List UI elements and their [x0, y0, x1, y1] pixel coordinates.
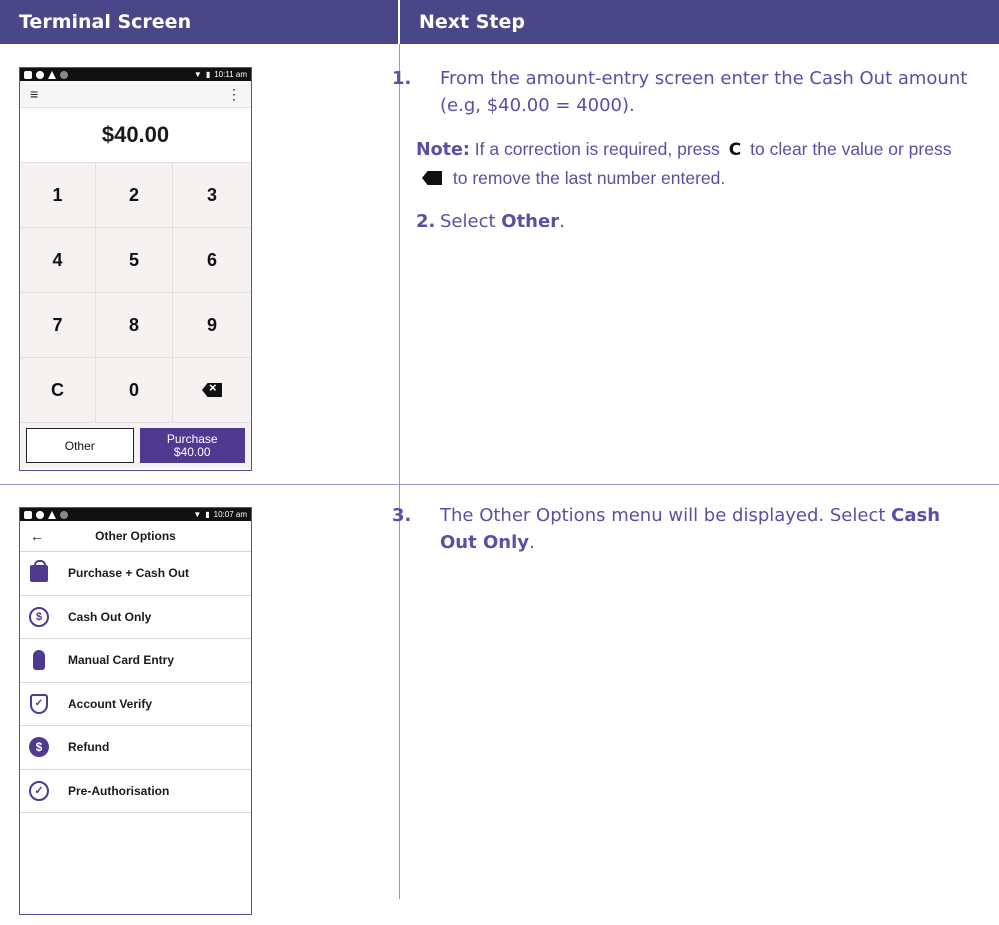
key-1[interactable]: 1 [20, 163, 96, 228]
clear-key-icon: C [728, 140, 742, 160]
wifi-icon: ▼ [193, 510, 202, 519]
menu-item-cash-out-only[interactable]: $ Cash Out Only [20, 596, 251, 639]
key-4[interactable]: 4 [20, 228, 96, 293]
step-punct: . [559, 211, 565, 232]
menu-item-label: Refund [68, 740, 110, 755]
status-bar: ▼ ▮ 10:07 am [20, 508, 251, 521]
keypad: 1 2 3 4 5 6 7 8 9 C 0 [20, 163, 251, 423]
battery-icon: ▮ [205, 510, 210, 519]
key-6[interactable]: 6 [173, 228, 251, 293]
other-button[interactable]: Other [26, 428, 134, 463]
warning-icon [48, 510, 56, 519]
step-text: The Other Options menu will be displayed… [440, 505, 886, 526]
purchase-button[interactable]: Purchase $40.00 [139, 428, 245, 463]
action-buttons: Other Purchase $40.00 [20, 423, 251, 468]
backspace-icon [202, 383, 222, 397]
nav-bar: Other Options ← [20, 521, 251, 552]
note-text-3: to remove the last number entered. [452, 168, 726, 188]
key-3[interactable]: 3 [173, 163, 251, 228]
battery-saver-icon [24, 510, 32, 519]
amount-display: $40.00 [20, 107, 251, 163]
key-2[interactable]: 2 [96, 163, 173, 228]
step-3: 3. The Other Options menu will be display… [392, 502, 976, 556]
key-5[interactable]: 5 [96, 228, 173, 293]
menu-item-refund[interactable]: $ Refund [20, 726, 251, 770]
menu-item-pre-authorisation[interactable]: ✓ Pre-Authorisation [20, 770, 251, 813]
purchase-label: Purchase [166, 431, 218, 446]
purchase-amount: $40.00 [173, 444, 211, 459]
key-backspace[interactable] [173, 358, 251, 423]
status-time: 10:07 am [213, 510, 247, 519]
menu-item-purchase-cash-out[interactable]: Purchase + Cash Out [20, 552, 251, 596]
row-divider [0, 484, 999, 485]
terminal-amount-screen: ▼ ▮ 10:11 am ≡ ⋮ $40.00 1 2 3 4 5 6 7 8 … [19, 67, 252, 471]
key-7[interactable]: 7 [20, 293, 96, 358]
battery-icon: ▮ [205, 70, 211, 79]
key-0[interactable]: 0 [96, 358, 173, 423]
key-clear[interactable]: C [20, 358, 96, 423]
step-text: From the amount-entry screen enter the C… [440, 68, 968, 116]
header-next-step: Next Step [400, 0, 999, 44]
dot-icon [60, 510, 68, 519]
menu-item-label: Purchase + Cash Out [68, 566, 190, 581]
wifi-icon: ▼ [193, 70, 202, 79]
column-divider [399, 44, 400, 899]
note-paragraph: Note: If a correction is required, press… [416, 135, 986, 192]
cash-out-icon: $ [29, 606, 49, 627]
warning-icon [48, 70, 56, 79]
hand-pointer-icon [33, 650, 45, 671]
step-2: 2. Select Other. [416, 208, 976, 235]
step-number: 3. [392, 505, 412, 526]
shield-check-icon: ✓ [30, 693, 48, 714]
menu-item-account-verify[interactable]: ✓ Account Verify [20, 683, 251, 726]
overflow-menu-icon[interactable]: ⋮ [227, 86, 241, 103]
screen-title: Other Options [95, 529, 176, 543]
terminal-other-options-screen: ▼ ▮ 10:07 am Other Options ← Purchase + … [19, 507, 252, 915]
step-text: Select [440, 211, 496, 232]
info-icon [36, 510, 44, 519]
step-punct: . [529, 532, 535, 553]
info-icon [36, 70, 44, 79]
status-time: 10:11 am [214, 70, 247, 79]
menu-item-label: Manual Card Entry [68, 653, 175, 668]
step-number: 2. [416, 211, 436, 232]
step-number: 1. [392, 68, 412, 89]
note-label: Note: [416, 140, 470, 160]
note-text-1: If a correction is required, press [474, 139, 720, 159]
app-toolbar: ≡ ⋮ [20, 81, 251, 107]
menu-item-label: Pre-Authorisation [68, 783, 170, 798]
step-highlight: Other [501, 211, 560, 232]
clock-check-icon: ✓ [29, 780, 49, 801]
shopping-bag-icon [30, 559, 48, 582]
step-1: 1. From the amount-entry screen enter the… [392, 65, 976, 119]
key-8[interactable]: 8 [96, 293, 173, 358]
battery-saver-icon [24, 70, 32, 79]
menu-item-manual-card-entry[interactable]: Manual Card Entry [20, 639, 251, 683]
note-text-2: to clear the value or press [750, 139, 952, 159]
menu-item-label: Cash Out Only [68, 609, 152, 624]
backspace-icon [422, 171, 442, 185]
key-9[interactable]: 9 [173, 293, 251, 358]
menu-item-label: Account Verify [68, 696, 153, 711]
header-terminal-screen: Terminal Screen [0, 0, 398, 44]
status-bar: ▼ ▮ 10:11 am [20, 68, 251, 81]
hamburger-menu-icon[interactable]: ≡ [30, 86, 38, 102]
refund-icon: $ [29, 737, 49, 758]
dot-icon [60, 70, 68, 79]
